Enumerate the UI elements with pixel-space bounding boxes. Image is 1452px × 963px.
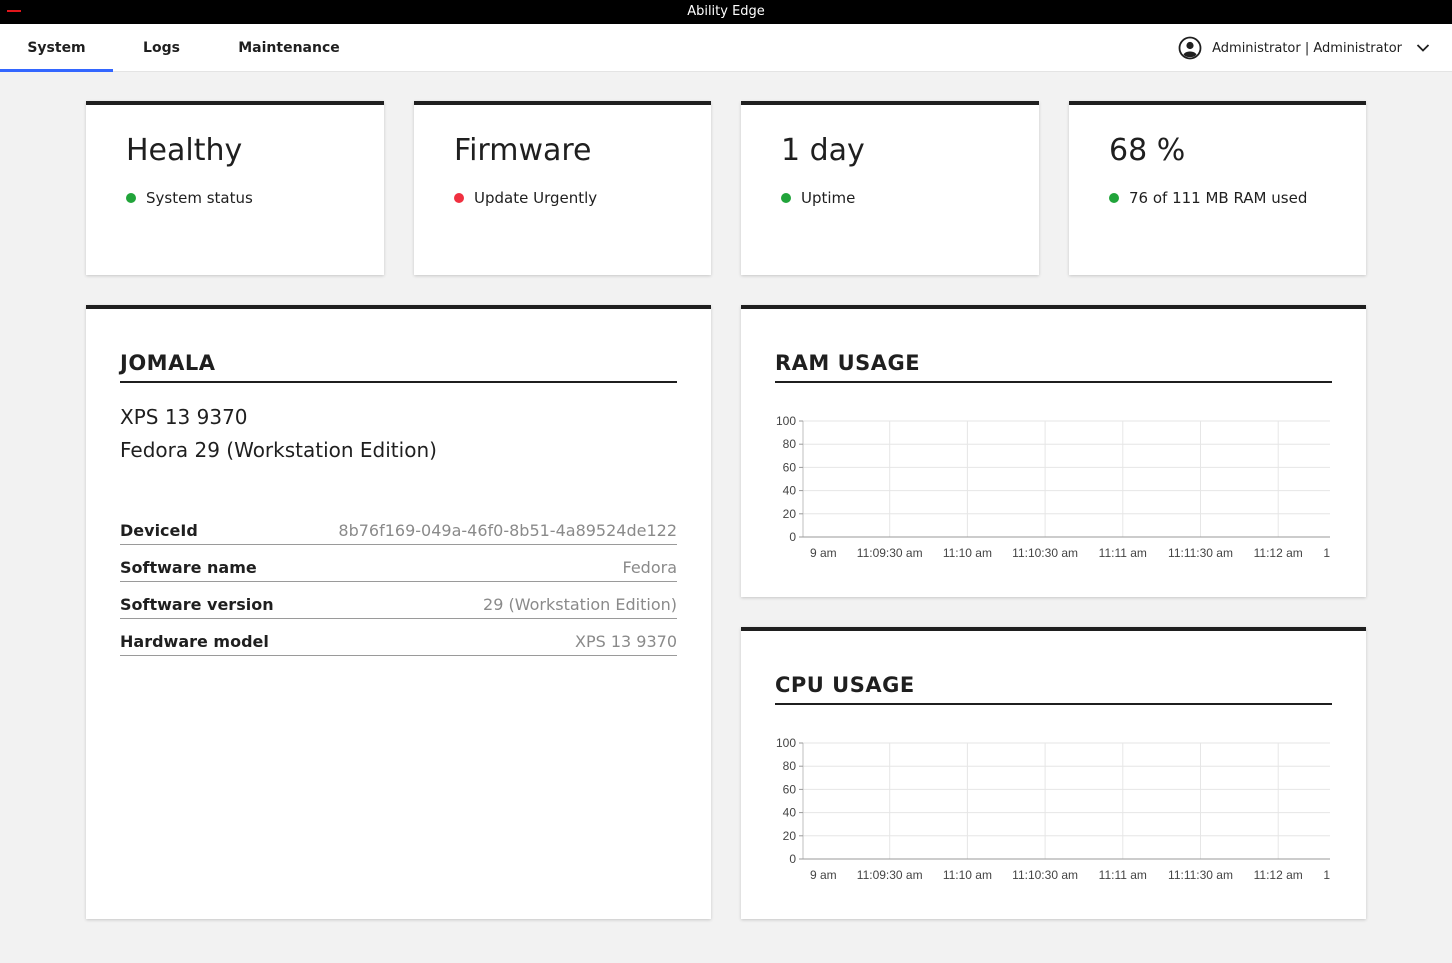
status-card-uptime: 1 day Uptime xyxy=(741,101,1039,275)
y-tick-label: 60 xyxy=(783,782,797,796)
section-divider xyxy=(775,703,1332,705)
app-logo-mark xyxy=(7,10,21,12)
x-tick-label: 11:12 am xyxy=(1254,868,1303,882)
x-tick-label: 11:11:30 am xyxy=(1168,868,1233,882)
health-label-text: System status xyxy=(146,189,253,207)
firmware-label-text: Update Urgently xyxy=(474,189,598,207)
device-info-card: JOMALA XPS 13 9370 Fedora 29 (Workstatio… xyxy=(86,305,711,919)
x-tick-label: 11:09:30 am xyxy=(857,546,923,560)
property-value: XPS 13 9370 xyxy=(574,632,677,651)
x-tick-label: 11:10 am xyxy=(943,868,992,882)
uptime-label-text: Uptime xyxy=(801,189,856,207)
status-card-firmware: Firmware Update Urgently xyxy=(414,101,711,275)
window-titlebar: Ability Edge xyxy=(0,0,1452,24)
y-tick-label: 20 xyxy=(783,829,797,843)
firmware-value: Firmware xyxy=(454,133,592,168)
tab-system[interactable]: System xyxy=(0,24,113,72)
property-key: Software version xyxy=(120,595,274,614)
tab-logs[interactable]: Logs xyxy=(113,24,210,72)
chevron-down-icon[interactable] xyxy=(1416,41,1430,55)
y-tick-label: 80 xyxy=(783,759,797,773)
x-tick-label: 11:11 am xyxy=(1099,546,1147,560)
status-card-ram: 68 % 76 of 111 MB RAM used xyxy=(1069,101,1366,275)
y-tick-label: 0 xyxy=(789,852,796,866)
y-tick-label: 100 xyxy=(776,736,796,750)
property-value: 8b76f169-049a-46f0-8b51-4a89524de122 xyxy=(338,521,677,540)
x-tick-label: 11:11 am xyxy=(1099,868,1147,882)
y-tick-label: 20 xyxy=(783,507,797,521)
cpu-usage-chart: 100 80 60 40 20 0 9 am 11:09:30 am 11:10 am 11:10… xyxy=(776,736,1330,882)
property-value: Fedora xyxy=(622,558,678,577)
window-title: Ability Edge xyxy=(687,4,765,19)
property-value: 29 (Workstation Edition) xyxy=(483,595,677,614)
property-row-deviceid: DeviceId 8b76f169-049a-46f0-8b51-4a89524… xyxy=(120,519,677,545)
y-tick-label: 0 xyxy=(789,530,796,544)
tab-maintenance[interactable]: Maintenance xyxy=(220,24,358,72)
uptime-value: 1 day xyxy=(781,133,865,168)
firmware-label: Update Urgently xyxy=(454,189,597,207)
status-dot xyxy=(781,193,791,203)
device-model-line: XPS 13 9370 xyxy=(120,405,248,429)
x-tick-label: 11:10:30 am xyxy=(1012,546,1078,560)
top-navigation: System Logs Maintenance Administrator | … xyxy=(0,24,1452,72)
x-tick-label: 11:09:30 am xyxy=(857,868,923,882)
x-tick-label: 1 xyxy=(1323,868,1330,882)
section-divider xyxy=(120,381,677,383)
ram-usage-card: RAM USAGE 100 80 60 40 20 0 9 am 11:09:30 am 11:… xyxy=(741,305,1366,597)
y-tick-label: 60 xyxy=(783,460,797,474)
cpu-usage-card: CPU USAGE 100 80 60 40 20 0 9 am 11:09:30 am 11:… xyxy=(741,627,1366,919)
x-tick-label: 11:10:30 am xyxy=(1012,868,1078,882)
user-menu[interactable]: Administrator | Administrator xyxy=(1178,24,1452,72)
uptime-label: Uptime xyxy=(781,189,855,207)
y-tick-label: 80 xyxy=(783,437,797,451)
section-divider xyxy=(775,381,1332,383)
ram-usage-chart: 100 80 60 40 20 0 9 am 11:09:30 am 11:10 am 11:10… xyxy=(776,414,1330,560)
user-name: Administrator | Administrator xyxy=(1212,40,1402,56)
y-tick-label: 40 xyxy=(783,806,797,820)
ram-label: 76 of 111 MB RAM used xyxy=(1109,189,1307,207)
ram-chart-title: RAM USAGE xyxy=(775,351,921,375)
ram-label-text: 76 of 111 MB RAM used xyxy=(1129,189,1308,207)
health-value: Healthy xyxy=(126,133,243,168)
ram-value: 68 % xyxy=(1109,133,1186,168)
status-card-health: Healthy System status xyxy=(86,101,384,275)
status-dot xyxy=(454,193,464,203)
health-label: System status xyxy=(126,189,253,207)
property-key: DeviceId xyxy=(120,521,198,540)
cpu-chart-title: CPU USAGE xyxy=(775,673,915,697)
x-tick-label: 11:11:30 am xyxy=(1168,546,1233,560)
user-circle-icon xyxy=(1178,36,1202,60)
property-key: Hardware model xyxy=(120,632,269,651)
x-tick-label: 11:12 am xyxy=(1254,546,1303,560)
y-tick-label: 40 xyxy=(783,484,797,498)
property-row-software-version: Software version 29 (Workstation Edition… xyxy=(120,593,677,619)
status-dot xyxy=(1109,193,1119,203)
x-tick-label: 1 xyxy=(1323,546,1330,560)
device-title: JOMALA xyxy=(120,351,216,375)
status-dot xyxy=(126,193,136,203)
x-tick-label: 9 am xyxy=(810,546,837,560)
x-tick-label: 11:10 am xyxy=(943,546,992,560)
x-tick-label: 9 am xyxy=(810,868,837,882)
property-key: Software name xyxy=(120,558,257,577)
y-tick-label: 100 xyxy=(776,414,796,428)
property-row-hardware-model: Hardware model XPS 13 9370 xyxy=(120,630,677,656)
device-os-line: Fedora 29 (Workstation Edition) xyxy=(120,438,437,462)
property-row-software-name: Software name Fedora xyxy=(120,556,677,582)
